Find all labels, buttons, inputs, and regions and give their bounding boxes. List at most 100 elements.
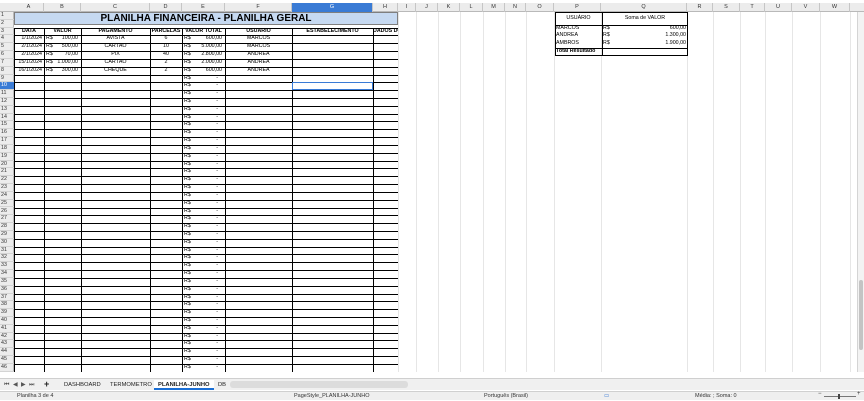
horizontal-scrollbar[interactable] — [230, 381, 408, 388]
row-header-44[interactable]: 44 — [0, 348, 14, 356]
table-header-4[interactable]: VALOR TOTAL — [182, 28, 225, 36]
row-header-19[interactable]: 19 — [0, 153, 14, 161]
cell-valor-total[interactable]: 2.000,00 — [184, 59, 222, 67]
cell-valor[interactable]: 500,00 — [46, 43, 78, 51]
row-header-23[interactable]: 23 — [0, 184, 14, 192]
table-header-3[interactable]: PARCELAS — [150, 28, 182, 36]
cell-valor-total-empty[interactable]: - — [184, 215, 218, 223]
cell-valor-total-empty[interactable]: - — [184, 340, 218, 348]
cell-parcelas[interactable]: 10 — [152, 43, 180, 51]
row-header-22[interactable]: 22 — [0, 176, 14, 184]
column-header-c[interactable]: C — [81, 3, 150, 12]
row-header-16[interactable]: 16 — [0, 129, 14, 137]
cell-valor-total-empty[interactable]: - — [184, 262, 218, 270]
cell-data[interactable]: 1/1/2024 — [16, 35, 42, 43]
cell-parcelas[interactable]: 2 — [152, 67, 180, 75]
cell-pagamento[interactable]: CHEQUE — [83, 67, 148, 75]
column-header-bar[interactable]: ABCDEFGHIJKLMNOPQRSTUVW — [0, 3, 864, 12]
column-header-i[interactable]: I — [398, 3, 416, 12]
row-header-42[interactable]: 42 — [0, 333, 14, 341]
row-header-35[interactable]: 35 — [0, 278, 14, 286]
add-sheet-button[interactable]: + — [44, 380, 49, 390]
row-header-10[interactable]: 10 — [0, 82, 14, 90]
row-header-26[interactable]: 26 — [0, 208, 14, 216]
cell-usuario[interactable]: MARCOS — [227, 43, 290, 51]
row-header-12[interactable]: 12 — [0, 98, 14, 106]
zoom-slider[interactable]: − + — [818, 394, 860, 399]
selected-cell-cursor[interactable] — [292, 82, 373, 90]
vertical-scroll-thumb[interactable] — [859, 280, 863, 350]
cell-valor[interactable]: 70,00 — [46, 51, 78, 59]
cell-valor-total-empty[interactable]: - — [184, 231, 218, 239]
row-header-5[interactable]: 5 — [0, 43, 14, 51]
row-header-37[interactable]: 37 — [0, 294, 14, 302]
cell-valor-total-empty[interactable]: - — [184, 348, 218, 356]
row-header-4[interactable]: 4 — [0, 35, 14, 43]
cell-data[interactable]: 15/1/2024 — [16, 59, 42, 67]
row-header-13[interactable]: 13 — [0, 106, 14, 114]
cell-valor-total-empty[interactable]: - — [184, 192, 218, 200]
cell-valor-total-empty[interactable]: - — [184, 114, 218, 122]
cell-valor-total-empty[interactable]: - — [184, 270, 218, 278]
column-header-j[interactable]: J — [416, 3, 438, 12]
cell-pagamento[interactable]: CARTÃO — [83, 59, 148, 67]
cell-valor-total[interactable]: 5.000,00 — [184, 43, 222, 51]
column-header-o[interactable]: O — [526, 3, 554, 12]
cell-valor-total-empty[interactable]: - — [184, 121, 218, 129]
column-header-k[interactable]: K — [438, 3, 460, 12]
cell-parcelas[interactable]: 2 — [152, 59, 180, 67]
zoom-out-icon[interactable]: − — [818, 391, 822, 397]
sheet-tab-termometro[interactable]: TERMOMETRO — [106, 380, 156, 390]
column-header-u[interactable]: U — [765, 3, 792, 12]
cell-valor-total-empty[interactable]: - — [184, 129, 218, 137]
first-sheet-icon[interactable]: ⏮ — [4, 380, 9, 390]
row-header-14[interactable]: 14 — [0, 114, 14, 122]
table-header-2[interactable]: PAGAMENTO — [81, 28, 150, 36]
sheet-tab-dashboard[interactable]: DASHBOARD — [60, 380, 105, 390]
row-header-40[interactable]: 40 — [0, 317, 14, 325]
cell-valor-total-empty[interactable]: - — [184, 145, 218, 153]
table-header-1[interactable]: VALOR — [44, 28, 81, 36]
cell-parcelas[interactable]: 6 — [152, 35, 180, 43]
cell-valor-total-empty[interactable]: - — [184, 82, 218, 90]
cell-valor-total-empty[interactable]: - — [184, 208, 218, 216]
table-header-5[interactable]: USUÁRIO — [225, 28, 292, 36]
pivot-table[interactable]: USUÁRIOSoma de VALORMARCOSR$600,00ANDREA… — [555, 12, 688, 59]
row-header-27[interactable]: 27 — [0, 215, 14, 223]
row-header-1[interactable]: 1 — [0, 12, 14, 20]
row-header-25[interactable]: 25 — [0, 200, 14, 208]
cell-valor-total-empty[interactable]: - — [184, 239, 218, 247]
table-header-6[interactable]: ESTABELECIMENTO — [292, 28, 373, 36]
column-header-p[interactable]: P — [554, 3, 601, 12]
cell-valor-total-empty[interactable]: - — [184, 325, 218, 333]
column-header-f[interactable]: F — [225, 3, 292, 12]
spreadsheet-area[interactable]: ABCDEFGHIJKLMNOPQRSTUVW 1234567891011121… — [0, 0, 864, 372]
cell-valor-total-empty[interactable]: - — [184, 153, 218, 161]
column-header-a[interactable]: A — [14, 3, 44, 12]
cell-valor-total-empty[interactable]: - — [184, 98, 218, 106]
cell-valor-total-empty[interactable]: - — [184, 301, 218, 309]
column-header-v[interactable]: V — [792, 3, 820, 12]
table-header-0[interactable]: DATA — [14, 28, 44, 36]
sheet-title[interactable]: PLANILHA FINANCEIRA - PLANILHA GERAL — [14, 12, 398, 25]
cell-usuario[interactable]: ANDREA — [227, 59, 290, 67]
row-header-46[interactable]: 46 — [0, 364, 14, 372]
row-header-6[interactable]: 6 — [0, 51, 14, 59]
row-header-21[interactable]: 21 — [0, 168, 14, 176]
column-header-h[interactable]: H — [373, 3, 398, 12]
cell-grid[interactable]: PLANILHA FINANCEIRA - PLANILHA GERAL DATA… — [14, 12, 864, 372]
prev-sheet-icon[interactable]: ◀ — [13, 380, 18, 390]
cell-valor-total-empty[interactable]: - — [184, 168, 218, 176]
row-header-8[interactable]: 8 — [0, 67, 14, 75]
cell-valor-total-empty[interactable]: - — [184, 200, 218, 208]
cell-valor-total-empty[interactable]: - — [184, 294, 218, 302]
cell-usuario[interactable]: MARCOS — [227, 35, 290, 43]
cell-valor-total[interactable]: 600,00 — [184, 35, 222, 43]
cell-usuario[interactable]: ANDREA — [227, 51, 290, 59]
column-header-n[interactable]: N — [505, 3, 526, 12]
column-header-m[interactable]: M — [483, 3, 505, 12]
zoom-knob[interactable] — [838, 394, 840, 399]
cell-valor-total-empty[interactable]: - — [184, 286, 218, 294]
row-header-3[interactable]: 3 — [0, 28, 14, 36]
cell-valor[interactable]: 1.000,00 — [46, 59, 78, 67]
